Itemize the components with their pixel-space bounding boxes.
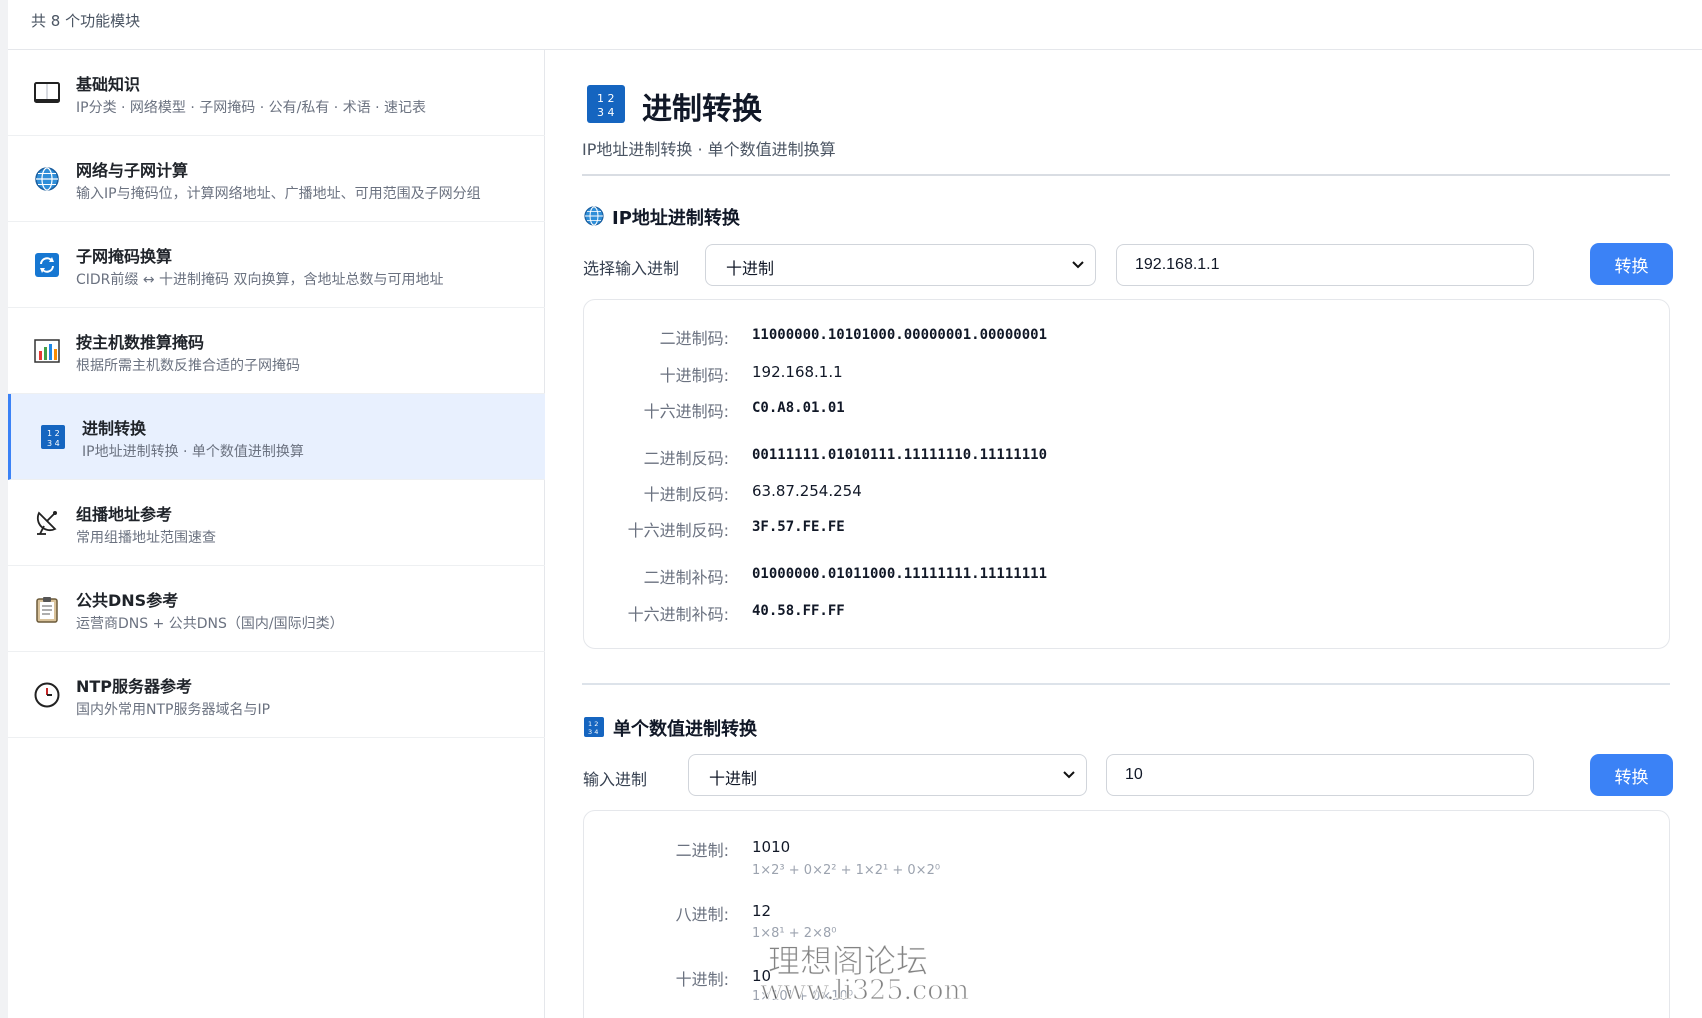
sidebar-item-basics[interactable]: 基础知识 IP分类 · 网络模型 · 子网掩码 · 公有/私有 · 术语 · 速… xyxy=(8,50,545,136)
select-value: 十进制 xyxy=(726,259,775,278)
result-label: 十六进制码: xyxy=(643,402,729,421)
section-title-ip: IP地址进制转换 xyxy=(612,208,740,229)
result-value: 40.58.FF.FF xyxy=(752,603,845,619)
sidebar-item-multicast[interactable]: 组播地址参考 常用组播地址范围速查 xyxy=(8,480,545,566)
number-base-select[interactable]: 十进制 xyxy=(688,754,1087,796)
result-value: 1010 xyxy=(752,838,791,856)
result-value: 12 xyxy=(752,902,772,920)
page-subtitle: IP地址进制转换 · 单个数值进制换算 xyxy=(582,140,836,159)
number-result-card: 二进制: 1010 1×2³ + 0×2² + 1×2¹ + 0×2⁰ 八进制:… xyxy=(583,810,1670,1018)
clock-icon xyxy=(34,682,60,708)
svg-text:1 2: 1 2 xyxy=(588,720,598,728)
result-value: 00111111.01010111.11111110.11111110 xyxy=(752,447,1048,463)
result-label: 二进制码: xyxy=(659,329,729,348)
result-label: 十六进制反码: xyxy=(627,521,729,540)
main-content: 1 2 3 4 进制转换 IP地址进制转换 · 单个数值进制换算 IP地址进制转… xyxy=(546,50,1702,1018)
sidebar-item-desc: 常用组播地址范围速查 xyxy=(76,530,216,546)
select-label: 选择输入进制 xyxy=(583,259,680,278)
numbers-icon: 1 2 3 4 xyxy=(587,85,625,123)
result-label: 十进制反码: xyxy=(643,485,729,504)
globe-icon xyxy=(584,206,604,226)
sidebar-item-title: 网络与子网计算 xyxy=(76,161,189,180)
divider xyxy=(582,683,1670,685)
sidebar-item-dns[interactable]: 公共DNS参考 运营商DNS + 公共DNS（国内/国际归类） xyxy=(8,566,545,652)
sidebar-item-desc: 运营商DNS + 公共DNS（国内/国际归类） xyxy=(76,616,344,632)
sidebar-item-desc: 国内外常用NTP服务器域名与IP xyxy=(76,702,271,718)
result-label: 二进制: xyxy=(675,841,729,860)
sidebar-item-desc: IP地址进制转换 · 单个数值进制换算 xyxy=(82,444,304,460)
sidebar-item-host-mask[interactable]: 按主机数推算掩码 根据所需主机数反推合适的子网掩码 xyxy=(8,308,545,394)
chevron-down-icon xyxy=(1063,771,1075,779)
sidebar-item-title: 基础知识 xyxy=(76,75,141,94)
chevron-down-icon xyxy=(1072,261,1084,269)
ip-base-select[interactable]: 十进制 xyxy=(705,244,1096,286)
section-title-number: 单个数值进制转换 xyxy=(613,719,757,740)
sidebar-item-desc: 根据所需主机数反推合适的子网掩码 xyxy=(76,358,300,374)
bar-chart-icon xyxy=(34,339,60,363)
result-label: 二进制反码: xyxy=(643,449,729,468)
select-label: 输入进制 xyxy=(583,770,648,789)
book-icon xyxy=(34,82,60,103)
result-value: 3F.57.FE.FE xyxy=(752,519,845,535)
result-label: 八进制: xyxy=(675,905,729,924)
sidebar-item-title: 进制转换 xyxy=(82,419,147,438)
page-title: 进制转换 xyxy=(642,92,762,127)
number-input[interactable] xyxy=(1106,754,1534,796)
result-label: 十进制码: xyxy=(659,366,729,385)
result-label: 十六进制补码: xyxy=(627,605,729,624)
sidebar-item-mask-convert[interactable]: 子网掩码换算 CIDR前缀 ↔ 十进制掩码 双向换算，含地址总数与可用地址 xyxy=(8,222,545,308)
sidebar-item-title: NTP服务器参考 xyxy=(76,677,193,696)
result-label: 十进制: xyxy=(675,970,729,989)
result-formula: 1×2³ + 0×2² + 1×2¹ + 0×2⁰ xyxy=(752,863,941,878)
clipboard-icon xyxy=(36,597,58,623)
top-bar: 共 8 个功能模块 xyxy=(8,0,1702,50)
sidebar-item-title: 子网掩码换算 xyxy=(76,247,173,266)
number-convert-button[interactable]: 转换 xyxy=(1590,754,1673,796)
svg-text:3 4: 3 4 xyxy=(47,439,60,448)
globe-icon xyxy=(35,167,59,191)
sidebar-item-desc: IP分类 · 网络模型 · 子网掩码 · 公有/私有 · 术语 · 速记表 xyxy=(76,100,427,116)
svg-text:1 2: 1 2 xyxy=(47,429,60,438)
sidebar-item-desc: CIDR前缀 ↔ 十进制掩码 双向换算，含地址总数与可用地址 xyxy=(76,272,444,288)
sidebar-item-title: 组播地址参考 xyxy=(76,505,173,524)
ip-result-card: 二进制码: 11000000.10101000.00000001.0000000… xyxy=(583,299,1670,649)
result-value: 01000000.01011000.11111111.11111111 xyxy=(752,566,1048,582)
svg-text:1 2: 1 2 xyxy=(597,92,615,105)
ip-input[interactable] xyxy=(1116,244,1534,286)
sidebar-item-base-convert[interactable]: 1 2 3 4 进制转换 IP地址进制转换 · 单个数值进制换算 xyxy=(8,394,545,480)
select-value: 十进制 xyxy=(709,769,758,788)
window-left-edge xyxy=(0,0,8,1018)
result-value: 63.87.254.254 xyxy=(752,482,862,500)
ip-convert-button[interactable]: 转换 xyxy=(1590,243,1673,285)
sidebar-item-title: 公共DNS参考 xyxy=(76,591,179,610)
result-value: 192.168.1.1 xyxy=(752,363,843,381)
module-count: 共 8 个功能模块 xyxy=(31,12,141,30)
satellite-icon xyxy=(36,511,57,535)
numbers-icon: 1 2 3 4 xyxy=(41,425,65,449)
sidebar: 基础知识 IP分类 · 网络模型 · 子网掩码 · 公有/私有 · 术语 · 速… xyxy=(8,50,545,1018)
divider xyxy=(582,174,1670,176)
sidebar-item-ntp[interactable]: NTP服务器参考 国内外常用NTP服务器域名与IP xyxy=(8,652,545,738)
sidebar-item-subnet-calc[interactable]: 网络与子网计算 输入IP与掩码位，计算网络地址、广播地址、可用范围及子网分组 xyxy=(8,136,545,222)
result-value: C0.A8.01.01 xyxy=(752,400,845,416)
svg-text:3 4: 3 4 xyxy=(588,728,598,736)
result-value: 11000000.10101000.00000001.00000001 xyxy=(752,327,1048,343)
svg-text:3 4: 3 4 xyxy=(597,106,615,119)
refresh-icon xyxy=(35,253,59,277)
result-label: 二进制补码: xyxy=(643,568,729,587)
watermark-url: www.li325.com xyxy=(759,975,970,1007)
numbers-icon: 1 2 3 4 xyxy=(584,717,604,737)
sidebar-item-title: 按主机数推算掩码 xyxy=(76,333,205,352)
sidebar-item-desc: 输入IP与掩码位，计算网络地址、广播地址、可用范围及子网分组 xyxy=(76,186,481,202)
